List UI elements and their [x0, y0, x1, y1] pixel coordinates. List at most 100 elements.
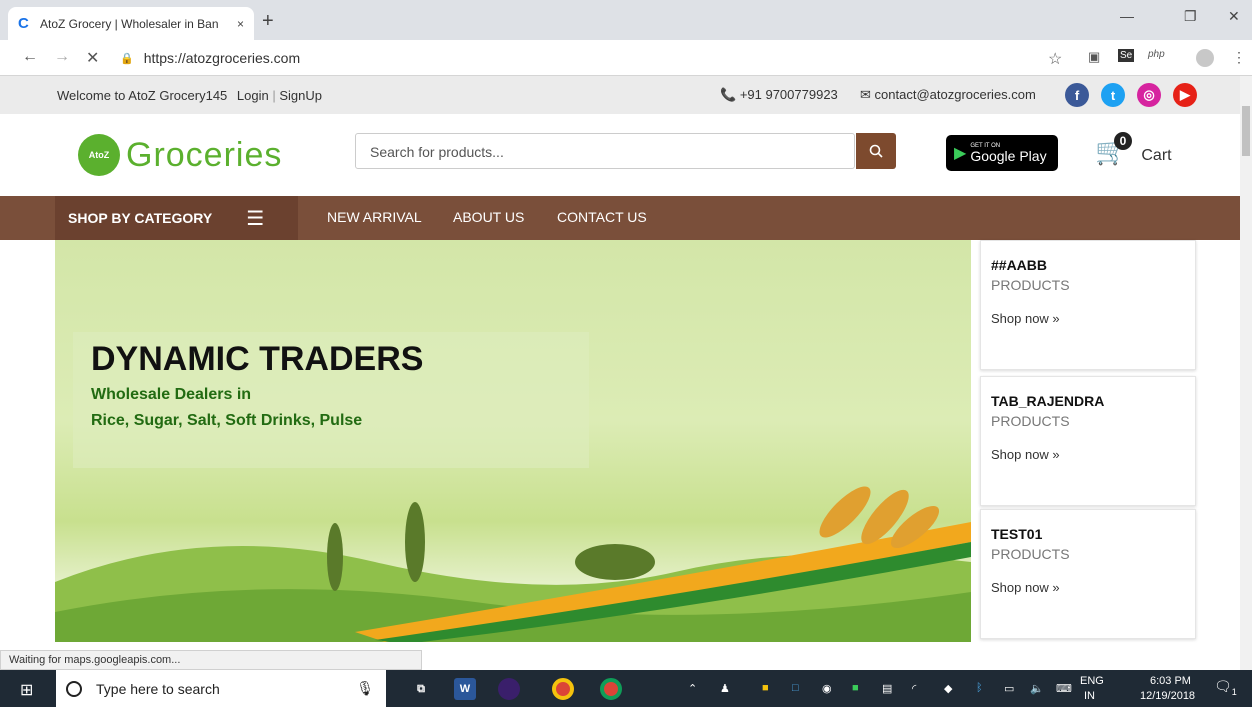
bookmark-star-icon[interactable]: ☆ — [1048, 49, 1062, 69]
chrome-app-icon[interactable] — [552, 678, 574, 700]
restore-icon[interactable]: ❐ — [1184, 8, 1197, 25]
site-header: AtoZ Groceries Search for products... ▶ … — [0, 114, 1240, 196]
phone-number: +91 9700779923 — [739, 87, 838, 102]
php-extension-icon[interactable]: php — [1148, 49, 1165, 60]
instagram-icon[interactable]: ◎ — [1137, 83, 1161, 107]
email-address[interactable]: contact@atozgroceries.com — [875, 87, 1036, 102]
windows-start-icon[interactable]: ⊞ — [20, 680, 33, 700]
people-icon[interactable]: ♟ — [720, 682, 730, 695]
card-subtitle: PRODUCTS — [991, 277, 1070, 293]
category-label: SHOP BY CATEGORY — [68, 210, 213, 226]
tray-app-icon[interactable]: ■ — [762, 682, 769, 694]
shield-icon[interactable]: ◆ — [944, 682, 952, 695]
cortana-icon — [66, 680, 82, 697]
browser-toolbar: ← → ✕ 🔒 https://atozgroceries.com ☆ ▣ Se… — [0, 40, 1252, 76]
cart-button[interactable]: 🛒 0 Cart — [1095, 132, 1172, 167]
selenium-extension-icon[interactable]: Se — [1118, 49, 1135, 62]
site-logo[interactable]: AtoZ Groceries — [78, 134, 282, 176]
window-close-icon[interactable]: ✕ — [1228, 8, 1240, 25]
language-indicator[interactable]: ENG IN — [1080, 674, 1104, 705]
cart-label: Cart — [1141, 147, 1172, 164]
nav-new-arrival[interactable]: NEW ARRIVAL — [327, 209, 422, 225]
region-code: IN — [1084, 690, 1095, 703]
chrome-active-app-icon[interactable] — [600, 678, 622, 700]
shop-now-link[interactable]: Shop now » — [991, 580, 1185, 595]
stop-icon[interactable]: ✕ — [86, 48, 99, 68]
email-contact: ✉ contact@atozgroceries.com — [860, 87, 1036, 103]
category-card[interactable]: TAB_RAJENDRA PRODUCTS Shop now » — [980, 376, 1196, 506]
envelope-icon: ✉ — [860, 87, 871, 102]
category-card[interactable]: ##AABB PRODUCTS Shop now » — [980, 240, 1196, 370]
scroll-thumb[interactable] — [1242, 106, 1250, 156]
taskbar-search-placeholder: Type here to search — [96, 680, 220, 697]
page-scrollbar[interactable] — [1240, 76, 1252, 670]
banner-subtitle: Wholesale Dealers in Rice, Sugar, Salt, … — [91, 382, 362, 433]
signup-link[interactable]: SignUp — [279, 88, 322, 103]
top-bar: Welcome to AtoZ Grocery145 Login | SignU… — [0, 76, 1240, 114]
nav-contact-us[interactable]: CONTACT US — [557, 209, 647, 225]
hero-banner[interactable]: DYNAMIC TRADERS Wholesale Dealers in Ric… — [55, 240, 971, 642]
shop-now-link[interactable]: Shop now » — [991, 311, 1185, 326]
youtube-icon[interactable]: ▶ — [1173, 83, 1197, 107]
main-nav: SHOP BY CATEGORY ☰ NEW ARRIVAL ABOUT US … — [0, 196, 1240, 240]
tab-close-button[interactable]: × — [237, 17, 244, 31]
taskbar-clock[interactable]: 6:03 PM 12/19/2018 — [1112, 674, 1195, 705]
search-input[interactable]: Search for products... — [355, 133, 855, 169]
banner-title: DYNAMIC TRADERS — [91, 340, 424, 378]
phone-icon: 📞 — [720, 87, 737, 102]
category-card[interactable]: TEST01 PRODUCTS Shop now » — [980, 509, 1196, 639]
word-app-icon[interactable]: W — [454, 678, 476, 700]
new-tab-button[interactable]: + — [262, 10, 274, 33]
battery-icon[interactable]: ▭ — [1004, 682, 1014, 695]
minimize-icon[interactable]: — — [1120, 8, 1134, 24]
back-icon[interactable]: ← — [22, 48, 38, 66]
taskbar-search-input[interactable]: Type here to search 🎙 — [56, 670, 386, 707]
browser-status-bar: Waiting for maps.googleapis.com... — [0, 650, 422, 670]
play-icon: ▶ — [954, 145, 967, 162]
tray-app-icon[interactable]: ■ — [852, 682, 859, 694]
menu-kebab-icon[interactable]: ⋮ — [1232, 49, 1246, 66]
google-play-badge[interactable]: ▶ GET IT ON Google Play — [946, 135, 1058, 171]
notification-center-icon[interactable]: 🗨1 — [1214, 678, 1237, 697]
shop-now-link[interactable]: Shop now » — [991, 447, 1185, 462]
task-view-icon[interactable]: ⧉ — [410, 678, 432, 700]
lock-icon: 🔒 — [120, 52, 134, 65]
facebook-icon[interactable]: f — [1065, 83, 1089, 107]
tray-app-icon[interactable]: ◉ — [822, 682, 832, 695]
divider: | — [272, 88, 276, 103]
clock-date: 12/19/2018 — [1140, 690, 1196, 703]
twitter-icon[interactable]: t — [1101, 83, 1125, 107]
search-icon — [869, 144, 883, 158]
profile-avatar-icon[interactable] — [1196, 49, 1214, 67]
welcome-text: Welcome to AtoZ Grocery145 — [57, 88, 228, 103]
shop-by-category-button[interactable]: SHOP BY CATEGORY ☰ — [55, 196, 298, 240]
card-name: TEST01 — [991, 526, 1043, 542]
gplay-name: Google Play — [970, 148, 1047, 164]
forward-icon[interactable]: → — [54, 48, 70, 66]
tray-app-icon[interactable]: □ — [792, 682, 799, 694]
microphone-icon[interactable]: 🎙 — [356, 680, 374, 697]
hamburger-icon: ☰ — [246, 207, 265, 230]
banner-line-1: Wholesale Dealers in — [91, 386, 252, 403]
show-hidden-icons[interactable]: ⌃ — [688, 682, 697, 695]
browser-tab[interactable]: C AtoZ Grocery | Wholesaler in Ban × — [8, 7, 254, 40]
browser-tabstrip: C AtoZ Grocery | Wholesaler in Ban × + —… — [0, 0, 1252, 40]
tray-app-icon[interactable]: ▤ — [882, 682, 892, 695]
nav-about-us[interactable]: ABOUT US — [453, 209, 524, 225]
keyboard-icon[interactable]: ⌨ — [1056, 682, 1072, 695]
eclipse-app-icon[interactable] — [498, 678, 520, 700]
search-button[interactable] — [856, 133, 896, 169]
bluetooth-icon[interactable]: ᛒ — [976, 682, 983, 694]
cart-icon: 🛒 0 — [1095, 132, 1132, 167]
farm-landscape-illustration — [55, 486, 971, 642]
card-name: TAB_RAJENDRA — [991, 393, 1105, 409]
wifi-icon[interactable]: ◜ — [912, 682, 916, 695]
windows-taskbar: ⊞ Type here to search 🎙 ⧉ W ⌃ ♟ ■ □ ◉ ■ … — [0, 670, 1252, 707]
card-name: ##AABB — [991, 257, 1048, 273]
volume-icon[interactable]: 🔈 — [1030, 682, 1044, 695]
login-link[interactable]: Login — [237, 88, 269, 103]
url-text: https://atozgroceries.com — [143, 50, 301, 66]
address-bar[interactable]: 🔒 https://atozgroceries.com — [114, 45, 1074, 71]
extension-icon[interactable]: ▣ — [1088, 49, 1100, 65]
welcome-area: Welcome to AtoZ Grocery145 Login | SignU… — [57, 88, 322, 103]
